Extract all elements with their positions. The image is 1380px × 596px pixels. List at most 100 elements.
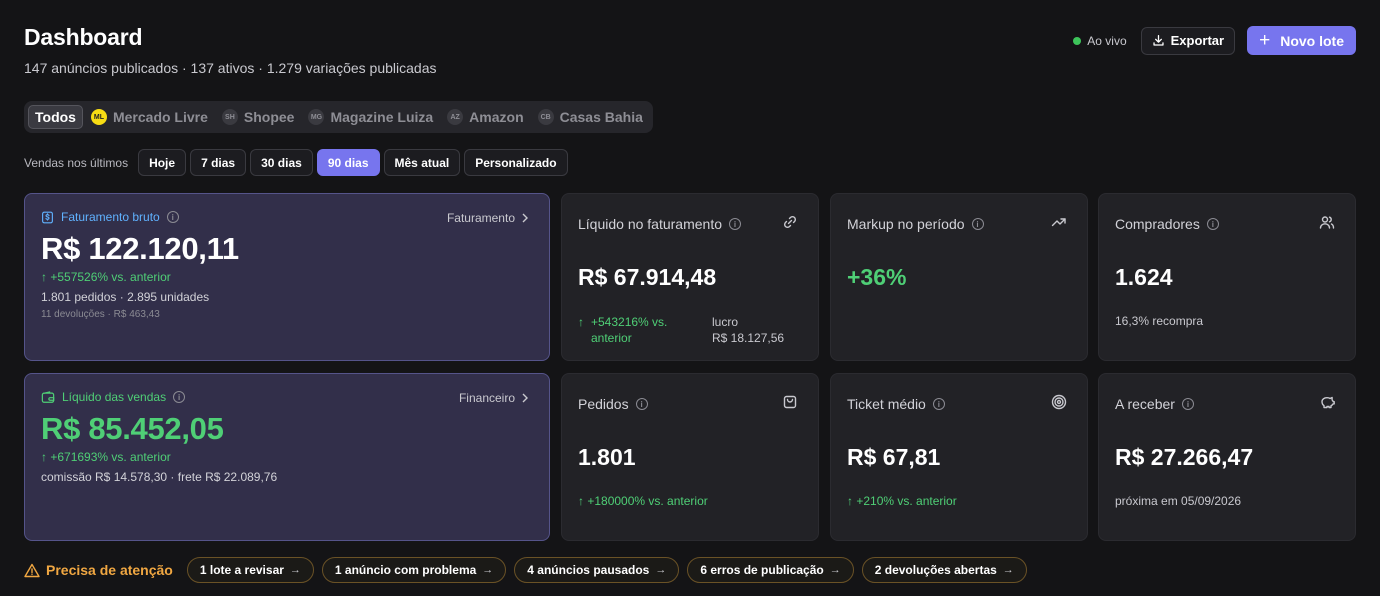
period-30-days[interactable]: 30 dias [250, 149, 313, 176]
tab-todos[interactable]: Todos [28, 105, 83, 129]
attention-pill-paused-listings[interactable]: 4 anúncios pausados → [514, 557, 680, 583]
tab-label: Amazon [469, 109, 524, 125]
card-value: +36% [847, 264, 907, 290]
chevron-right-icon [521, 393, 529, 403]
attention-label: Precisa de atenção [24, 562, 173, 578]
buyers-card[interactable]: Compradores i 1.624 16,3% recompra [1098, 193, 1356, 361]
plus-icon: + [1259, 30, 1271, 51]
pill-label: 2 devoluções abertas [874, 563, 997, 577]
tab-label: Magazine Luiza [330, 109, 434, 125]
card-delta: ↑ +671693% vs. anterior [41, 450, 171, 464]
tab-casas-bahia[interactable]: CB Casas Bahia [532, 105, 649, 129]
mercado-livre-logo-icon: ML [90, 109, 107, 125]
net-billing-card[interactable]: Líquido no faturamento i R$ 67.914,48 ↑ … [561, 193, 819, 361]
arrow-right-icon: → [482, 564, 494, 576]
returns-summary: 11 devoluções · R$ 463,43 [41, 309, 160, 320]
card-header: Líquido das vendas i [41, 390, 186, 404]
wallet-icon [41, 390, 55, 404]
pill-label: 4 anúncios pausados [527, 563, 650, 577]
attention-pill-listing-problem[interactable]: 1 anúncio com problema → [321, 557, 507, 583]
card-value: R$ 67,81 [847, 444, 941, 470]
export-label: Exportar [1170, 33, 1225, 48]
attention-pill-publish-errors[interactable]: 6 erros de publicação → [687, 557, 854, 583]
export-button[interactable]: Exportar [1140, 26, 1236, 55]
new-batch-button[interactable]: + Novo lote [1247, 26, 1356, 55]
info-icon[interactable]: i [1181, 398, 1194, 410]
card-value: 1.801 [578, 444, 636, 470]
page-title: Dashboard [24, 24, 143, 50]
pill-label: 1 anúncio com problema [334, 563, 477, 577]
tab-label: Mercado Livre [112, 109, 208, 125]
info-icon[interactable]: i [729, 218, 741, 230]
arrow-right-icon: → [829, 564, 841, 576]
info-icon[interactable]: i [635, 398, 648, 410]
tab-magazine-luiza[interactable]: MG Magazine Luiza [302, 105, 439, 129]
card-delta: ↑ +210% vs. anterior [847, 494, 957, 508]
arrow-right-icon: → [289, 564, 301, 576]
card-header: Markup no período i [847, 216, 984, 232]
link-icon [782, 214, 798, 230]
attention-pill-open-returns[interactable]: 2 devoluções abertas → [861, 557, 1027, 583]
live-indicator: Ao vivo [1073, 33, 1127, 48]
amazon-logo-icon: AZ [447, 109, 464, 125]
card-delta: ↑ +543216% vs. anterior [578, 314, 698, 346]
arrow-right-icon: → [1002, 564, 1014, 576]
card-title: Líquido das vendas [62, 390, 167, 404]
period-selector: Vendas nos últimos Hoje 7 dias 30 dias 9… [24, 149, 568, 176]
arrow-right-icon: → [655, 564, 667, 576]
profit-label: lucro [712, 315, 739, 329]
page-header: Dashboard 147 anúncios publicados · 137 … [24, 24, 437, 76]
card-value: R$ 27.266,47 [1115, 444, 1254, 470]
orders-card[interactable]: Pedidos i 1.801 ↑ +180000% vs. anterior [561, 373, 819, 541]
tab-mercado-livre[interactable]: ML Mercado Livre [85, 105, 214, 129]
card-delta: ↑ +557526% vs. anterior [41, 270, 171, 284]
financial-link-label: Financeiro [458, 391, 515, 405]
piggy-bank-icon [1319, 394, 1335, 410]
period-current-month[interactable]: Mês atual [383, 149, 461, 176]
card-header: Líquido no faturamento i [578, 216, 741, 232]
magazine-luiza-logo-icon: MG [308, 109, 325, 125]
fees-summary: comissão R$ 14.578,30 · frete R$ 22.089,… [41, 470, 278, 484]
attention-pill-batch-review[interactable]: 1 lote a revisar → [186, 557, 314, 583]
net-sales-card[interactable]: Líquido das vendas i Financeiro R$ 85.45… [24, 373, 550, 541]
receivables-card[interactable]: A receber i R$ 27.266,47 próxima em 05/0… [1098, 373, 1356, 541]
pill-label: 1 lote a revisar [199, 563, 284, 577]
info-icon[interactable]: i [1206, 218, 1219, 230]
card-title: Compradores [1115, 216, 1200, 232]
card-title: A receber [1115, 396, 1175, 412]
card-header: Compradores i [1115, 216, 1219, 232]
new-batch-label: Novo lote [1280, 32, 1344, 49]
card-value: R$ 85.452,05 [41, 411, 224, 446]
card-header: Ticket médio i [847, 396, 945, 412]
dollar-receipt-icon [41, 211, 54, 224]
info-icon[interactable]: i [173, 391, 186, 403]
attention-title: Precisa de atenção [46, 562, 173, 578]
revenue-link[interactable]: Faturamento [447, 211, 529, 225]
info-icon[interactable]: i [932, 398, 945, 410]
card-value: R$ 67.914,48 [578, 264, 717, 290]
page-subtitle: 147 anúncios publicados · 137 ativos · 1… [24, 60, 437, 76]
markup-card[interactable]: Markup no período i +36% [830, 193, 1088, 361]
period-custom[interactable]: Personalizado [464, 149, 568, 176]
average-ticket-card[interactable]: Ticket médio i R$ 67,81 ↑ +210% vs. ante… [830, 373, 1088, 541]
live-label: Ao vivo [1087, 33, 1127, 48]
period-7-days[interactable]: 7 dias [190, 149, 247, 176]
info-icon[interactable]: i [166, 211, 179, 223]
card-title: Markup no período [847, 216, 965, 232]
info-icon[interactable]: i [971, 218, 984, 230]
tab-label: Casas Bahia [559, 109, 643, 125]
card-title: Líquido no faturamento [578, 216, 722, 232]
tab-shopee[interactable]: SH Shopee [216, 105, 301, 129]
financial-link[interactable]: Financeiro [459, 391, 529, 405]
period-today[interactable]: Hoje [138, 149, 187, 176]
gross-revenue-card[interactable]: Faturamento bruto i Faturamento R$ 122.1… [24, 193, 550, 361]
card-header: Pedidos i [578, 396, 648, 412]
repurchase-rate: 16,3% recompra [1115, 314, 1204, 328]
attention-bar: Precisa de atenção 1 lote a revisar → 1 … [24, 557, 1027, 583]
tab-amazon[interactable]: AZ Amazon [441, 105, 529, 129]
period-label: Vendas nos últimos [24, 155, 129, 170]
revenue-link-label: Faturamento [446, 211, 515, 225]
period-90-days[interactable]: 90 dias [316, 149, 380, 176]
shopee-logo-icon: SH [221, 109, 238, 125]
card-header: A receber i [1115, 396, 1194, 412]
